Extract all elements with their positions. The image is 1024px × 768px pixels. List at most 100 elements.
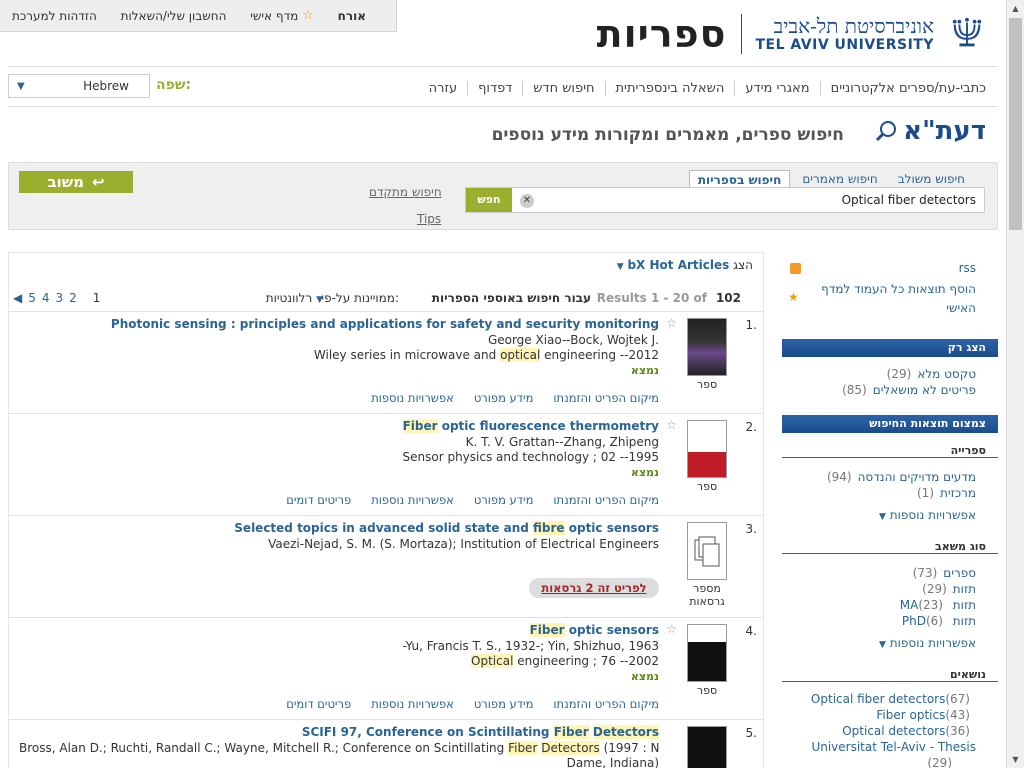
facet-topic-optical-detectors[interactable]: Optical detectors(36) [842, 724, 976, 738]
daat-logo[interactable]: דעת"א [875, 116, 986, 146]
result-number: 3. [745, 522, 757, 536]
advanced-search-link[interactable]: חיפוש מתקדם [369, 185, 442, 199]
clear-icon[interactable]: ✕ [520, 194, 534, 208]
page-link-5[interactable]: 5 [28, 291, 36, 305]
tips-link[interactable]: Tips [417, 212, 441, 226]
result-number: 4. [745, 624, 757, 638]
search-button[interactable]: חפש [466, 188, 512, 212]
chevron-down-icon: ▼ [316, 295, 323, 305]
facet-type-phd-theses[interactable]: תזות PhD(6) [902, 614, 976, 628]
university-name: אוניברסיטת תל-אביב TEL AVIV UNIVERSITY [755, 14, 935, 53]
more-options-link[interactable]: אפשרויות נוספות [371, 697, 454, 711]
facet-library-central[interactable]: מרכזית(1) [917, 486, 976, 500]
star-icon: ☆ [302, 8, 314, 23]
results-header: 102 Results 1 - 20 of עבור חיפוש באוספי … [9, 291, 763, 311]
bx-hot-articles-toggle[interactable]: הצג bX Hot Articles ▼ [617, 258, 753, 272]
result-title[interactable]: Fiber optic sensors [529, 623, 659, 637]
facet-type-theses[interactable]: תזות(29) [922, 582, 976, 596]
more-library-options[interactable]: אפשרויות נוספות ▼ [879, 508, 976, 522]
locate-item-link[interactable]: מיקום הפריט והזמנתו [553, 391, 659, 405]
result-title[interactable]: Selected topics in advanced solid state … [234, 521, 659, 535]
book-cover[interactable] [687, 318, 727, 376]
my-account-link[interactable]: החשבון שלי/השאלות [121, 9, 227, 23]
book-cover[interactable] [687, 726, 727, 768]
magnifier-icon [876, 121, 897, 142]
star-icon[interactable]: ☆ [666, 418, 677, 432]
details-link[interactable]: מידע מפורט [474, 697, 534, 711]
personal-shelf-link[interactable]: ☆ מדף אישי [250, 8, 314, 23]
book-cover[interactable] [687, 624, 727, 682]
scroll-up-icon[interactable]: ▲ [1007, 0, 1024, 17]
star-icon[interactable]: ☆ [666, 622, 677, 636]
facet-type-ma-theses[interactable]: תזות MA(23) [900, 598, 976, 612]
locate-item-link[interactable]: מיקום הפריט והזמנתו [553, 697, 659, 711]
nav-help[interactable]: עזרה [419, 81, 467, 96]
next-page-icon[interactable]: ◀ [13, 291, 22, 305]
pagination: ◀ 5 4 3 2 1 [13, 291, 100, 305]
chevron-down-icon: ▼ [17, 80, 25, 92]
result-series: Optical engineering ; 76 --2002 [471, 654, 659, 668]
facet-topic-optical-fiber-detectors[interactable]: Optical fiber detectors(67) [811, 692, 976, 706]
result-title[interactable]: SCIFI 97, Conference on Scintillating Fi… [302, 725, 659, 739]
result-authors: Vaezi-Nejad, S. M. (S. Mortaza); Institu… [268, 537, 659, 551]
result-title[interactable]: Photonic sensing : principles and applic… [111, 317, 659, 331]
results-range: Results 1 - 20 of [596, 291, 707, 305]
page-link-3[interactable]: 3 [56, 291, 64, 305]
search-panel: חיפוש משולב חיפוש מאמרים חיפוש בספריות O… [8, 162, 998, 230]
language-select[interactable]: ▼ Hebrew [8, 74, 150, 98]
facet-full-text[interactable]: טקסט מלא(29) [887, 367, 976, 381]
more-options-link[interactable]: אפשרויות נוספות [371, 493, 454, 507]
star-icon[interactable]: ☆ [666, 316, 677, 330]
search-input[interactable]: Optical fiber detectors [842, 193, 976, 207]
chevron-down-icon: ▼ [879, 512, 886, 522]
login-link[interactable]: הזדהות למערכת [12, 9, 97, 23]
nav-databases[interactable]: מאגרי מידע [734, 80, 819, 96]
topics-section: נושאים [782, 668, 998, 682]
page-link-4[interactable]: 4 [42, 291, 50, 305]
book-cover[interactable] [687, 420, 727, 478]
versions-button[interactable]: לפריט זה 2 גרסאות [529, 578, 659, 598]
result-row: 1. ספר ☆ Photonic sensing : principles a… [9, 311, 763, 413]
main-nav: כתבי-עת/ספרים אלקטרוניים מאגרי מידע השאל… [419, 76, 986, 100]
university-logo[interactable]: אוניברסיטת תל-אביב TEL AVIV UNIVERSITY ס… [597, 12, 986, 56]
nav-interlibrary-loan[interactable]: השאלה בינספריתית [604, 80, 735, 96]
results-count: 102 [715, 291, 741, 305]
nav-ejournals[interactable]: כתבי-עת/ספרים אלקטרוניים [819, 80, 986, 96]
results-list: הצג bX Hot Articles ▼ 102 Results 1 - 20… [8, 252, 764, 768]
result-title[interactable]: Fiber optic fluorescence thermometry [402, 419, 659, 433]
refine-results-header: צמצום תוצאות החיפוש [782, 415, 998, 433]
availability-status: נמצא [630, 364, 659, 377]
details-link[interactable]: מידע מפורט [474, 493, 534, 507]
rss-link[interactable]: rss [959, 261, 976, 275]
nav-browse[interactable]: דפדוף [467, 80, 522, 96]
result-authors: George Xiao--Bock, Wojtek J. [487, 333, 659, 347]
similar-items-link[interactable]: פריטים דומים [286, 493, 351, 507]
nav-new-search[interactable]: חיפוש חדש [522, 80, 604, 96]
facet-topic-fiber-optics[interactable]: Fiber optics(43) [876, 708, 976, 722]
page-link-2[interactable]: 2 [69, 291, 77, 305]
more-type-options[interactable]: אפשרויות נוספות ▼ [879, 636, 976, 650]
facet-not-borrowed[interactable]: פריטים לא מושאלים(85) [842, 383, 976, 397]
facet-topic-thesis[interactable]: Universitat Tel-Aviv - Thesis [811, 740, 976, 754]
scroll-thumb[interactable] [1009, 18, 1022, 230]
multiple-versions-icon[interactable] [687, 522, 727, 580]
more-options-link[interactable]: אפשרויות נוספות [371, 391, 454, 405]
sort-select[interactable]: רלוונטיות ▼ [266, 291, 323, 305]
feedback-button[interactable]: ↩ משוב [19, 171, 133, 193]
nav-divider [8, 106, 998, 107]
facet-library-exact-sciences[interactable]: מדעים מדויקים והנדסה(94) [827, 470, 976, 484]
scroll-down-icon[interactable]: ▼ [1007, 751, 1024, 768]
locate-item-link[interactable]: מיקום הפריט והזמנתו [553, 493, 659, 507]
result-row: 2. ספר ☆ Fiber optic fluorescence thermo… [9, 413, 763, 515]
star-icon[interactable]: ★ [788, 290, 799, 304]
similar-items-link[interactable]: פריטים דומים [286, 697, 351, 711]
facet-topic-thesis-count: (29) [927, 756, 952, 768]
availability-status: נמצא [630, 466, 659, 479]
add-all-to-shelf-link-cont[interactable]: האישי [946, 301, 976, 315]
return-arrow-icon: ↩ [91, 173, 105, 191]
details-link[interactable]: מידע מפורט [474, 391, 534, 405]
rss-icon[interactable] [790, 263, 801, 274]
add-all-to-shelf-link[interactable]: הוסף תוצאות כל העמוד למדף [821, 282, 976, 296]
page-scrollbar[interactable]: ▲ ▼ [1006, 0, 1024, 768]
facet-type-books[interactable]: ספרים(73) [913, 566, 976, 580]
